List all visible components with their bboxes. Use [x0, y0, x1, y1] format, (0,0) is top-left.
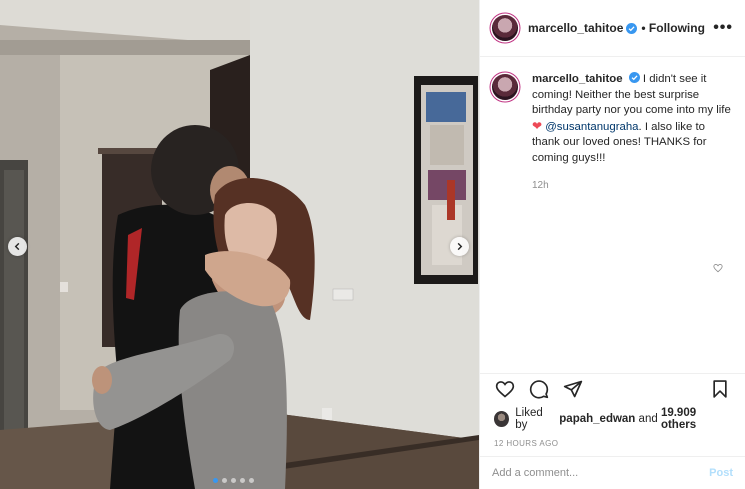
- comment-icon: [529, 379, 549, 399]
- verified-badge-icon: [628, 72, 640, 83]
- caption: marcello_tahitoe I didn't see it coming!…: [492, 72, 735, 194]
- avatar[interactable]: [492, 15, 518, 41]
- photo-image: [0, 0, 479, 489]
- verified-badge-icon: [626, 22, 638, 34]
- caption-mention-link[interactable]: @susantanugraha: [545, 121, 638, 133]
- carousel-indicator: [213, 478, 254, 483]
- chevron-right-icon: [457, 242, 463, 251]
- liked-and: and: [638, 413, 658, 425]
- caption-like-button[interactable]: [713, 263, 723, 276]
- heart-icon: [495, 380, 515, 398]
- liker-avatar[interactable]: [494, 411, 510, 427]
- post-actions: Liked by papah_edwan and 19.909 others 1…: [480, 373, 745, 489]
- carousel-dot: [222, 478, 227, 483]
- carousel-prev-button[interactable]: [8, 237, 27, 256]
- save-button[interactable]: [709, 378, 731, 400]
- like-button[interactable]: [494, 378, 516, 400]
- likes-summary: Liked by papah_edwan and 19.909 others: [480, 401, 745, 431]
- share-button[interactable]: [562, 378, 584, 400]
- caption-timestamp: 12h: [532, 180, 549, 191]
- post-timestamp: 12 HOURS AGO: [494, 439, 559, 448]
- bookmark-icon: [713, 379, 727, 398]
- caption-body: marcello_tahitoe I didn't see it coming!…: [532, 72, 735, 194]
- chevron-left-icon: [14, 242, 20, 251]
- carousel-dot: [240, 478, 245, 483]
- liker-username-link[interactable]: papah_edwan: [559, 413, 635, 425]
- comment-input[interactable]: [492, 467, 710, 479]
- post-photo[interactable]: [0, 0, 479, 489]
- post-header: marcello_tahitoe • Following •••: [480, 0, 745, 57]
- heart-outline-icon: [713, 264, 723, 273]
- likes-count-link[interactable]: 19.909 others: [661, 407, 731, 431]
- comment-button[interactable]: [528, 378, 550, 400]
- carousel-dot: [249, 478, 254, 483]
- caption-avatar[interactable]: [492, 74, 518, 100]
- red-heart-emoji: ❤: [532, 118, 543, 133]
- carousel-dot: [231, 478, 236, 483]
- following-status[interactable]: • Following: [641, 21, 705, 35]
- username-link[interactable]: marcello_tahitoe: [528, 21, 623, 35]
- carousel-dot: [213, 478, 218, 483]
- liked-by-prefix: Liked by: [515, 407, 543, 431]
- comment-form: Post: [480, 456, 745, 489]
- more-options-button[interactable]: •••: [713, 20, 733, 36]
- carousel-next-button[interactable]: [450, 237, 469, 256]
- caption-username[interactable]: marcello_tahitoe: [532, 73, 623, 85]
- post-comment-button[interactable]: Post: [709, 467, 733, 479]
- paper-plane-icon: [563, 380, 583, 397]
- post-side-panel: marcello_tahitoe • Following ••• marcell…: [479, 0, 745, 489]
